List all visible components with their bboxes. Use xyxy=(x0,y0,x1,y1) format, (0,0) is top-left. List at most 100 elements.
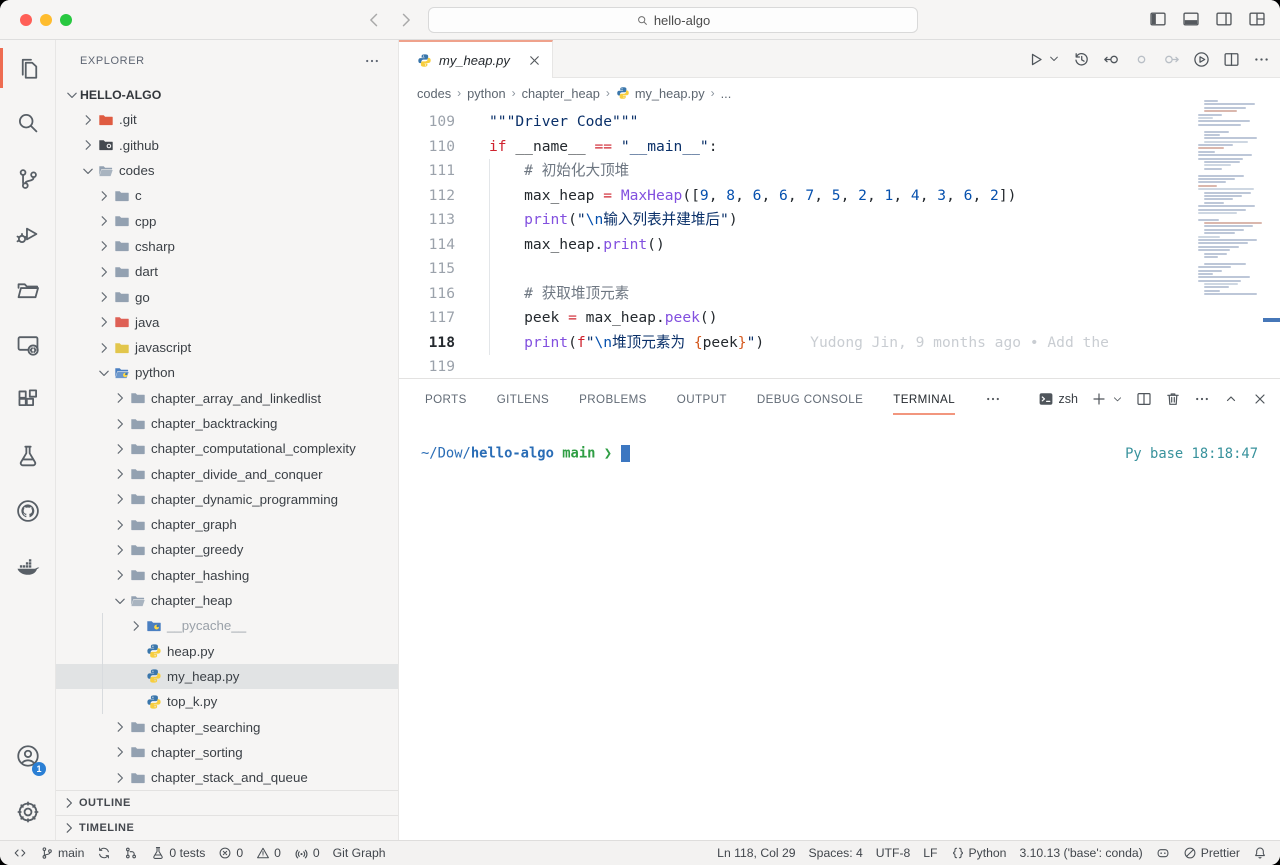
tree-item-chapter-sorting[interactable]: chapter_sorting xyxy=(56,740,398,765)
activity-source-control[interactable] xyxy=(0,155,56,203)
status-problems-warnings[interactable]: 0 xyxy=(256,841,281,865)
tree-item-csharp[interactable]: csharp xyxy=(56,234,398,259)
activity-settings[interactable] xyxy=(0,788,56,836)
code-line-111[interactable]: 111 # 初始化大顶堆 xyxy=(399,159,1195,184)
tree-item-chapter-backtracking[interactable]: chapter_backtracking xyxy=(56,411,398,436)
tree-item-heap-py[interactable]: heap.py xyxy=(56,639,398,664)
terminal-shell-selector[interactable]: zsh xyxy=(1038,391,1078,407)
code-line-114[interactable]: 114 max_heap.print() xyxy=(399,233,1195,258)
tree-item-chapter-hashing[interactable]: chapter_hashing xyxy=(56,563,398,588)
tree-item-java[interactable]: java xyxy=(56,310,398,335)
status-indentation[interactable]: Spaces: 4 xyxy=(809,841,863,865)
tree-item-chapter-greedy[interactable]: chapter_greedy xyxy=(56,537,398,562)
open-changes-icon[interactable] xyxy=(1103,51,1120,68)
nav-back-icon[interactable] xyxy=(364,10,384,30)
maximize-panel-icon[interactable] xyxy=(1223,391,1239,407)
outline-section[interactable]: OUTLINE xyxy=(56,790,398,815)
status-tests[interactable]: 0 tests xyxy=(151,841,205,865)
status-language-mode[interactable]: Python xyxy=(951,841,1007,865)
tree-item-codes[interactable]: codes xyxy=(56,158,398,183)
nav-forward-icon[interactable] xyxy=(396,10,416,30)
status-git-graph-label[interactable]: Git Graph xyxy=(333,841,386,865)
terminal[interactable]: ~/Dow/hello-algo main ❯ Py base 18:18:47 xyxy=(399,419,1280,840)
run-dropdown-icon[interactable] xyxy=(1048,53,1060,65)
command-center-search[interactable]: hello-algo xyxy=(428,7,918,33)
code-line-109[interactable]: 109"""Driver Code""" xyxy=(399,110,1195,135)
timeline-section[interactable]: TIMELINE xyxy=(56,815,398,840)
customize-layout-icon[interactable] xyxy=(1248,10,1266,28)
activity-testing[interactable] xyxy=(0,432,56,480)
toggle-primary-sidebar-icon[interactable] xyxy=(1149,10,1167,28)
kill-terminal-icon[interactable] xyxy=(1165,391,1181,407)
breadcrumb-item[interactable]: chapter_heap xyxy=(522,86,600,101)
file-history-icon[interactable] xyxy=(1073,51,1090,68)
status-encoding[interactable]: UTF-8 xyxy=(876,841,911,865)
tree-item-chapter-dynamic-programming[interactable]: chapter_dynamic_programming xyxy=(56,487,398,512)
tree-item-javascript[interactable]: javascript xyxy=(56,335,398,360)
activity-explorer[interactable] xyxy=(0,44,56,92)
status-ports[interactable]: 0 xyxy=(294,841,320,865)
activity-accounts[interactable]: 1 xyxy=(0,732,56,780)
activity-remote-explorer[interactable] xyxy=(0,321,56,369)
close-window-button[interactable] xyxy=(20,14,32,26)
tree-item-top-k-py[interactable]: top_k.py xyxy=(56,689,398,714)
tree-item-chapter-stack-and-queue[interactable]: chapter_stack_and_queue xyxy=(56,765,398,790)
activity-project-manager[interactable] xyxy=(0,266,56,314)
code-line-113[interactable]: 113 print("\n输入列表并建堆后") xyxy=(399,208,1195,233)
panel-tabs-more-icon[interactable] xyxy=(985,391,1001,407)
tree-item-my-heap-py[interactable]: my_heap.py xyxy=(56,664,398,689)
status-branch[interactable]: main xyxy=(40,841,84,865)
status-problems-errors[interactable]: 0 xyxy=(218,841,243,865)
zoom-window-button[interactable] xyxy=(60,14,72,26)
breadcrumb-item[interactable]: my_heap.py xyxy=(616,86,705,101)
panel-tab-output[interactable]: OUTPUT xyxy=(677,388,727,411)
tree-item-python[interactable]: python xyxy=(56,360,398,385)
panel-tab-gitlens[interactable]: GITLENS xyxy=(497,388,549,411)
code-line-115[interactable]: 115 xyxy=(399,257,1195,282)
tree-item-dart[interactable]: dart xyxy=(56,259,398,284)
tree-item--git[interactable]: .git xyxy=(56,107,398,132)
activity-github[interactable] xyxy=(0,487,56,535)
status-python-interpreter[interactable]: 3.10.13 ('base': conda) xyxy=(1019,841,1142,865)
run-or-debug-icon[interactable] xyxy=(1193,51,1210,68)
breadcrumb-item[interactable]: python xyxy=(467,86,505,101)
terminal-dropdown-icon[interactable] xyxy=(1112,394,1123,405)
minimize-window-button[interactable] xyxy=(40,14,52,26)
tree-item-cpp[interactable]: cpp xyxy=(56,208,398,233)
toggle-panel-icon[interactable] xyxy=(1182,10,1200,28)
status-notifications[interactable] xyxy=(1253,841,1267,865)
panel-tab-problems[interactable]: PROBLEMS xyxy=(579,388,647,411)
tree-item-c[interactable]: c xyxy=(56,183,398,208)
panel-tab-ports[interactable]: PORTS xyxy=(425,388,467,411)
close-tab-icon[interactable] xyxy=(527,53,542,68)
minimap[interactable] xyxy=(1196,100,1262,335)
tree-item-go[interactable]: go xyxy=(56,284,398,309)
tree-item-chapter-computational-complexity[interactable]: chapter_computational_complexity xyxy=(56,436,398,461)
panel-tab-terminal[interactable]: TERMINAL xyxy=(893,388,955,411)
activity-extensions[interactable] xyxy=(0,376,56,424)
close-panel-icon[interactable] xyxy=(1252,391,1268,407)
tree-item-chapter-divide-and-conquer[interactable]: chapter_divide_and_conquer xyxy=(56,461,398,486)
status-prettier[interactable]: Prettier xyxy=(1183,841,1240,865)
panel-tab-debug-console[interactable]: DEBUG CONSOLE xyxy=(757,388,863,411)
code-line-119[interactable]: 119 xyxy=(399,355,1195,378)
status-cursor-position[interactable]: Ln 118, Col 29 xyxy=(717,841,795,865)
tree-item-chapter-graph[interactable]: chapter_graph xyxy=(56,512,398,537)
panel-more-actions-icon[interactable] xyxy=(1194,391,1210,407)
tab-my-heap-py[interactable]: my_heap.py xyxy=(399,40,553,78)
toggle-secondary-sidebar-icon[interactable] xyxy=(1215,10,1233,28)
activity-search[interactable] xyxy=(0,99,56,147)
breadcrumb-item[interactable]: ... xyxy=(721,86,732,101)
code-line-112[interactable]: 112 max_heap = MaxHeap([9, 8, 6, 6, 7, 5… xyxy=(399,184,1195,209)
new-terminal-icon[interactable] xyxy=(1091,391,1107,407)
code-editor[interactable]: 109"""Driver Code"""110if __name__ == "_… xyxy=(399,108,1195,378)
status-copilot[interactable] xyxy=(1156,841,1170,865)
tree-item-chapter-array-and-linkedlist[interactable]: chapter_array_and_linkedlist xyxy=(56,386,398,411)
tree-item-chapter-searching[interactable]: chapter_searching xyxy=(56,714,398,739)
code-line-118[interactable]: 118 print(f"\n堆顶元素为 {peek}")Yudong Jin, … xyxy=(399,331,1195,356)
tree-item--pycache-[interactable]: __pycache__ xyxy=(56,613,398,638)
status-eol[interactable]: LF xyxy=(923,841,937,865)
more-actions-icon[interactable] xyxy=(1253,51,1270,68)
split-terminal-icon[interactable] xyxy=(1136,391,1152,407)
tree-item-hello-algo[interactable]: HELLO-ALGO xyxy=(56,82,398,107)
